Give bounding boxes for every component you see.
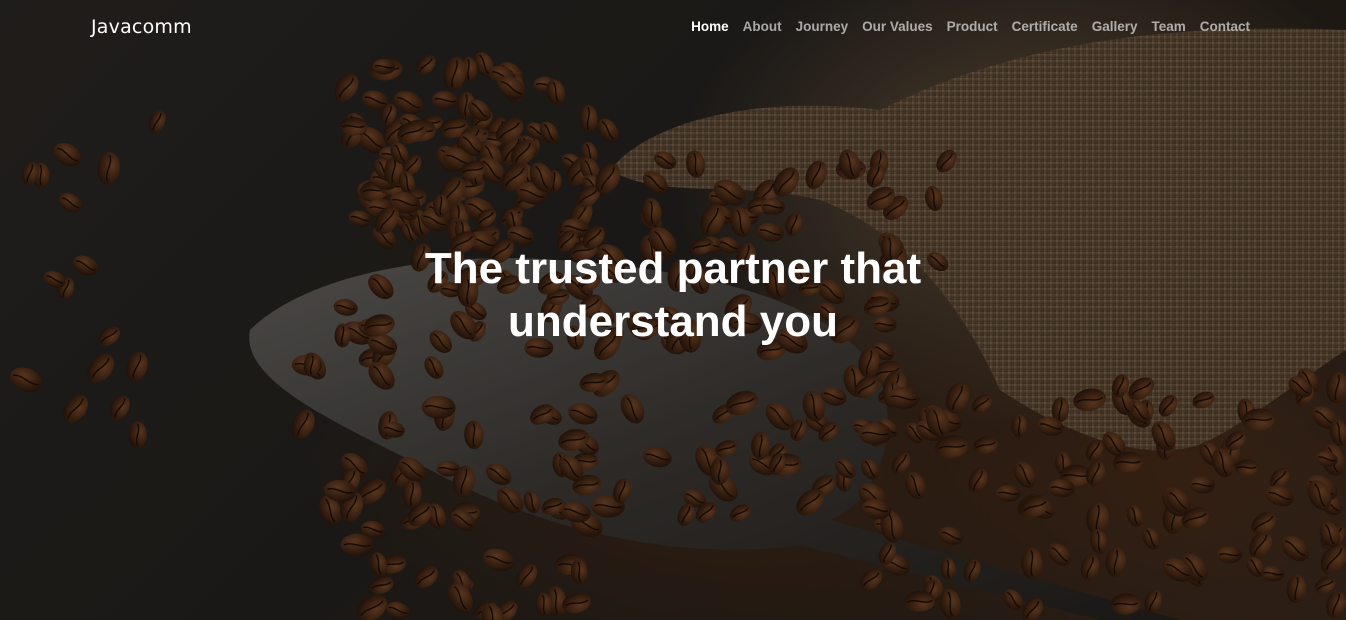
top-navbar: Javacomm Home About Journey Our Values P…: [0, 0, 1346, 54]
nav-menu: Home About Journey Our Values Product Ce…: [691, 18, 1250, 36]
nav-item-contact[interactable]: Contact: [1200, 19, 1250, 34]
nav-item-journey[interactable]: Journey: [796, 19, 849, 34]
nav-item-home[interactable]: Home: [691, 19, 729, 34]
hero-headline-line2: understand you: [507, 297, 839, 346]
hero-headline: The trusted partner that understand you: [0, 242, 1346, 348]
brand-logo[interactable]: Javacomm: [91, 16, 192, 38]
nav-item-about[interactable]: About: [743, 19, 782, 34]
nav-item-team[interactable]: Team: [1151, 19, 1185, 34]
nav-item-gallery[interactable]: Gallery: [1092, 19, 1138, 34]
hero-headline-line1: The trusted partner that: [424, 244, 922, 293]
nav-item-our-values[interactable]: Our Values: [862, 19, 933, 34]
nav-item-product[interactable]: Product: [947, 19, 998, 34]
nav-item-certificate[interactable]: Certificate: [1012, 19, 1078, 34]
hero-section: Javacomm Home About Journey Our Values P…: [0, 0, 1346, 620]
